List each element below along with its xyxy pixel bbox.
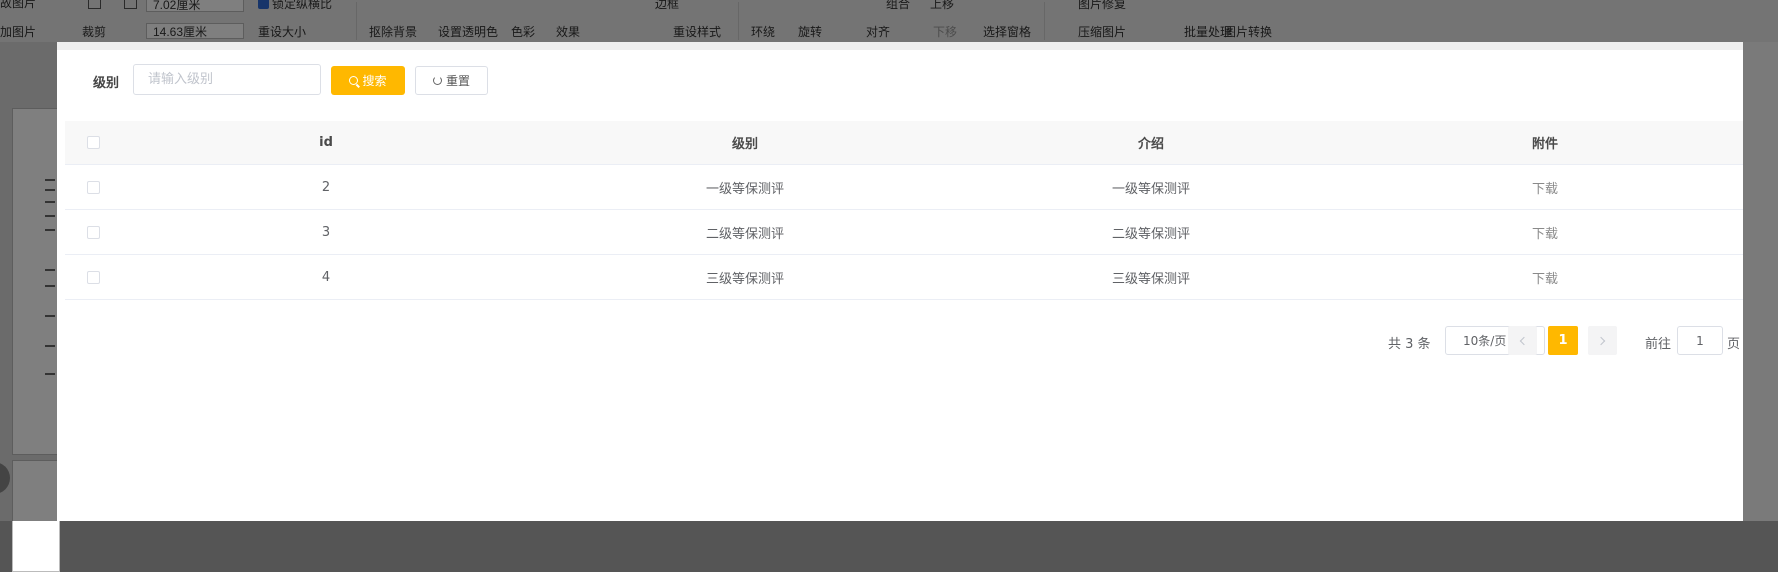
- level-search-input[interactable]: [133, 64, 321, 95]
- cell-intro: 一级等保测评: [1111, 181, 1190, 197]
- background-right-edge: [1743, 42, 1778, 521]
- search-icon: [349, 76, 359, 85]
- table-row: 4 三级等保测评 三级等保测评 下载: [65, 255, 1743, 300]
- column-header-level: 级别: [731, 137, 758, 152]
- level-filter-label: 级别: [93, 76, 120, 91]
- next-page-button[interactable]: [1588, 326, 1617, 355]
- download-link[interactable]: 下载: [1532, 268, 1558, 287]
- reset-button[interactable]: 重置: [415, 66, 488, 95]
- cell-intro: 三级等保测评: [1111, 271, 1190, 287]
- prev-page-button[interactable]: [1508, 326, 1537, 355]
- modal-dialog: 级别 搜索 重置 id 级别 介绍 附件 2 一级等保测评 一级等保测评 下载 …: [57, 42, 1743, 521]
- table-row: 3 二级等保测评 二级等保测评 下载: [65, 210, 1743, 255]
- cell-id: 3: [321, 224, 331, 240]
- select-all-checkbox[interactable]: [86, 136, 100, 149]
- select-all-checkbox-cell: [65, 121, 121, 164]
- column-header-id: id: [319, 135, 333, 150]
- chevron-right-icon: [1596, 336, 1606, 345]
- goto-suffix: 页: [1727, 337, 1741, 352]
- cell-level: 一级等保测评: [705, 181, 784, 197]
- goto-label: 前往: [1645, 337, 1672, 352]
- download-link[interactable]: 下载: [1532, 223, 1558, 242]
- row-checkbox[interactable]: [86, 180, 100, 194]
- modal-header-band: [57, 42, 1743, 50]
- row-checkbox[interactable]: [86, 270, 100, 284]
- cell-level: 三级等保测评: [705, 271, 784, 287]
- chevron-left-icon: [1519, 336, 1529, 345]
- pagination-total: 共 3 条: [1388, 337, 1431, 352]
- table-row: 2 一级等保测评 一级等保测评 下载: [65, 165, 1743, 210]
- search-button[interactable]: 搜索: [331, 66, 405, 95]
- refresh-icon: [432, 76, 442, 85]
- cell-intro: 二级等保测评: [1111, 226, 1190, 242]
- page-number-1[interactable]: 1: [1548, 326, 1578, 355]
- row-checkbox[interactable]: [86, 225, 100, 239]
- cell-level: 二级等保测评: [705, 226, 784, 242]
- goto-page-input[interactable]: [1677, 326, 1723, 355]
- cell-id: 4: [321, 269, 331, 285]
- table-header: id 级别 介绍 附件: [65, 121, 1743, 165]
- column-header-attachment: 附件: [1531, 137, 1558, 152]
- column-header-intro: 介绍: [1137, 137, 1164, 152]
- download-link[interactable]: 下载: [1532, 178, 1558, 197]
- cell-id: 2: [321, 179, 331, 195]
